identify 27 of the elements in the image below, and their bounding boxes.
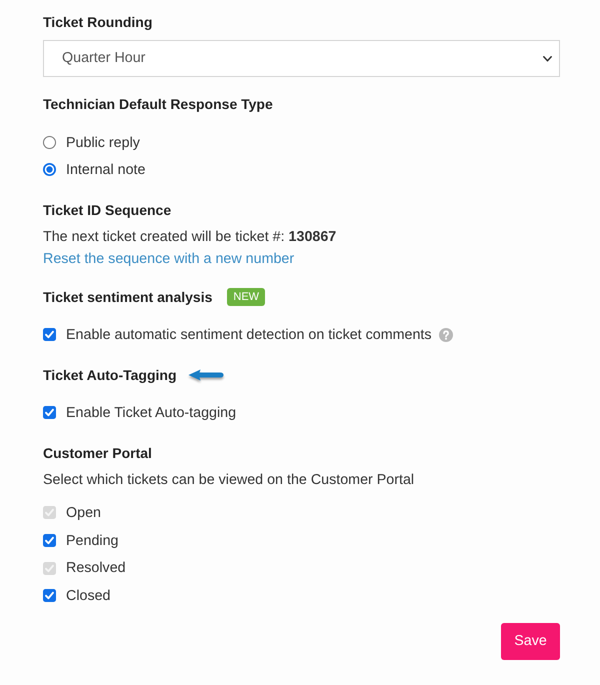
section-heading: Customer Portal xyxy=(43,444,152,463)
section-heading: Ticket Rounding xyxy=(43,13,152,32)
option-label[interactable]: Pending xyxy=(66,530,118,551)
checkbox[interactable] xyxy=(43,534,56,548)
save-button[interactable]: Save xyxy=(501,622,560,660)
checkbox[interactable] xyxy=(43,406,56,419)
reset-sequence-link[interactable]: Reset the sequence with a new number xyxy=(43,248,294,270)
option-label[interactable]: Enable Ticket Auto-tagging xyxy=(66,402,236,422)
new-badge: NEW xyxy=(227,288,266,306)
option-label[interactable]: Public reply xyxy=(66,132,140,152)
chevron-down-icon xyxy=(543,56,552,62)
section-description: Select which tickets can be viewed on the Customer Portal xyxy=(43,471,414,490)
checkbox[interactable] xyxy=(43,328,56,341)
sequence-text: The next ticket created will be ticket #: 130867 xyxy=(43,228,336,247)
rounding-select[interactable]: Quarter Hour xyxy=(43,40,560,77)
radio-button[interactable] xyxy=(43,136,56,149)
section-heading: Ticket sentiment analysis xyxy=(43,288,212,307)
section-heading: Technician Default Response Type xyxy=(43,95,273,114)
option-label: Open xyxy=(66,504,101,523)
option-label[interactable]: Enable automatic sentiment detection on ticket comments xyxy=(66,324,432,344)
option-label: Resolved xyxy=(66,559,126,578)
radio-button[interactable] xyxy=(43,163,56,176)
option-label[interactable]: Internal note xyxy=(66,160,146,180)
option-label[interactable]: Closed xyxy=(66,586,111,606)
checkbox[interactable] xyxy=(43,589,56,602)
section-heading: Ticket ID Sequence xyxy=(43,201,172,220)
section-heading: Ticket Auto-Tagging xyxy=(43,366,177,385)
